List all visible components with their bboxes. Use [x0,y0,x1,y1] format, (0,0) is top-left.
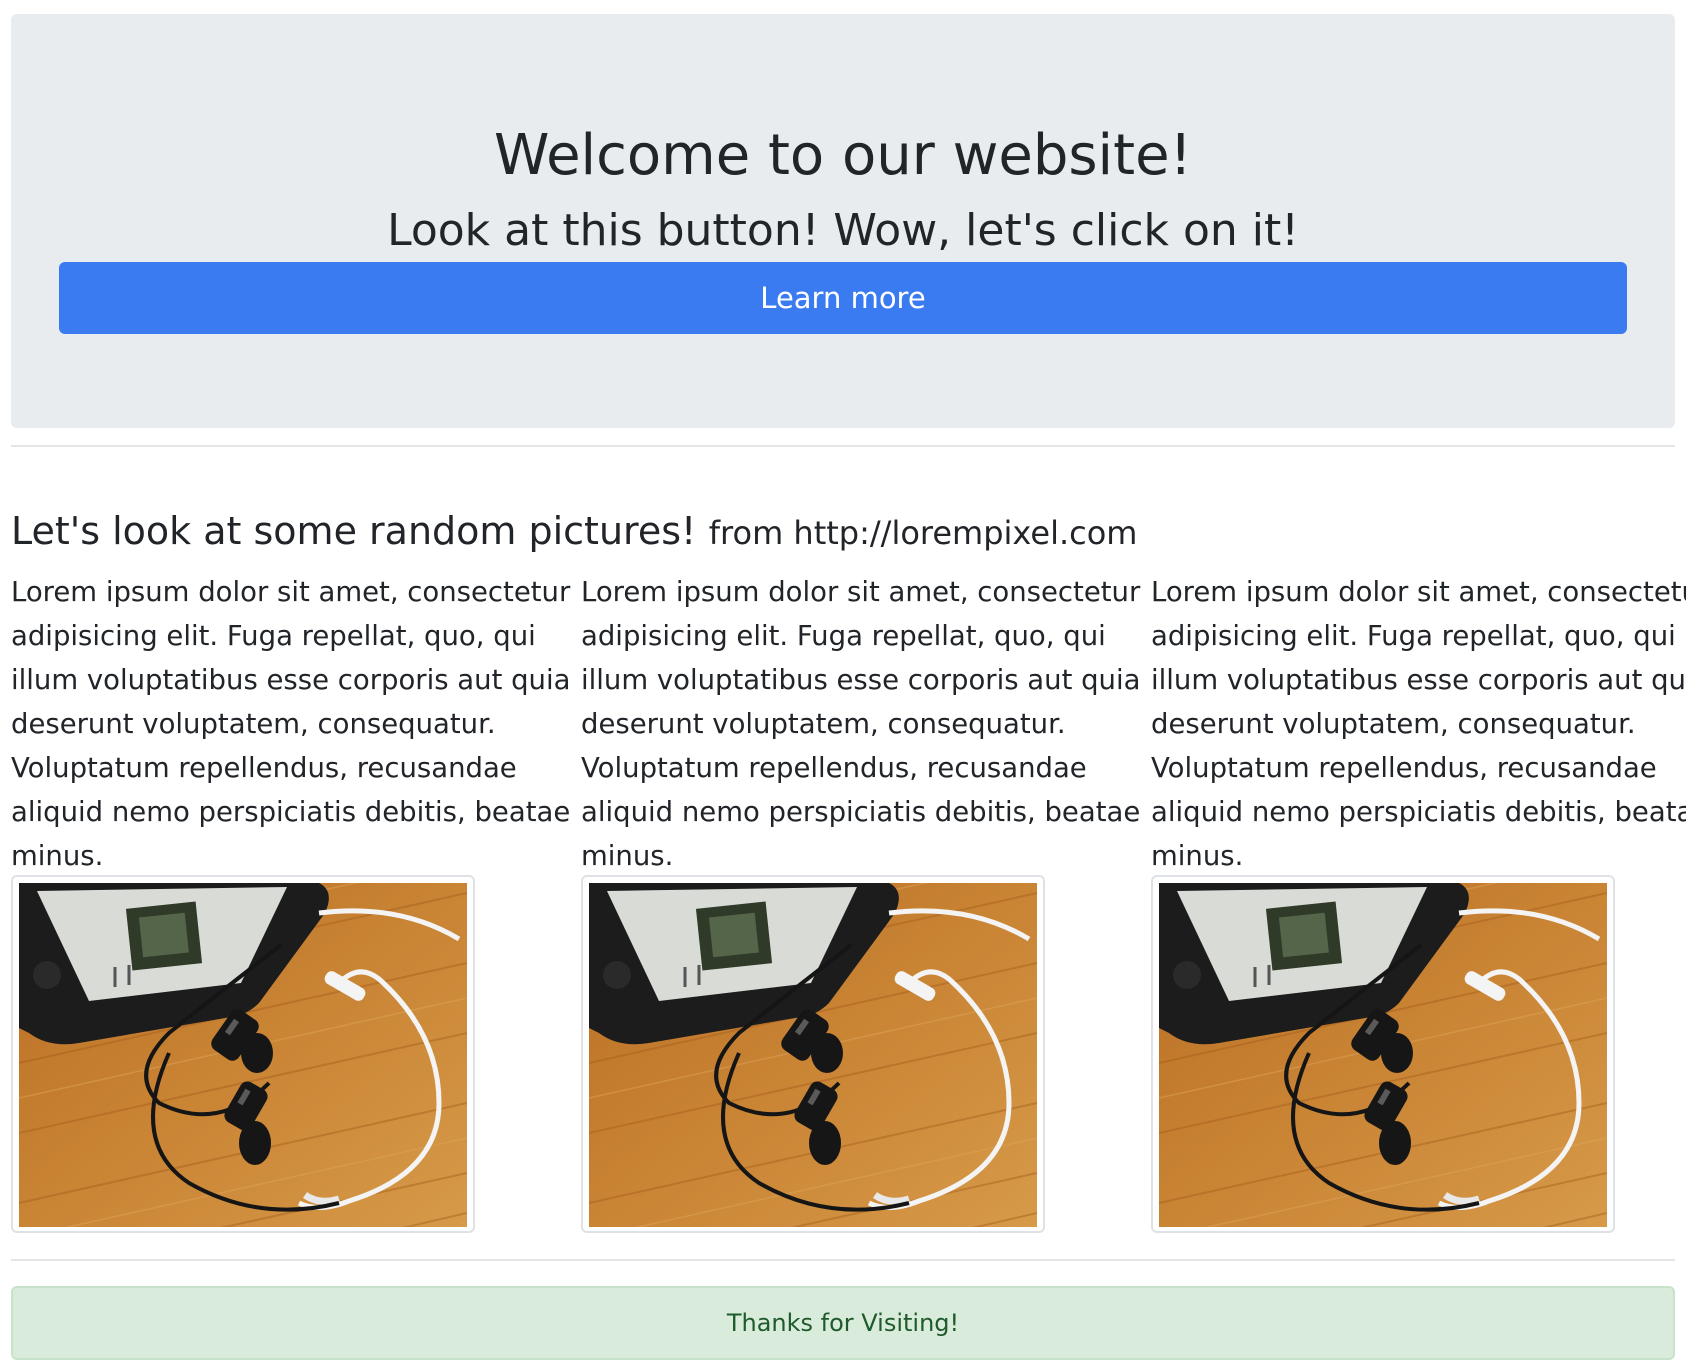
phone-earphones-photo [589,883,1037,1227]
thanks-alert: Thanks for Visiting! [11,1286,1675,1360]
gallery-column-2: Lorem ipsum dolor sit amet, consectetur … [581,570,1141,1233]
column-text: Lorem ipsum dolor sit amet, consectetur … [581,576,1141,872]
page-title: Welcome to our website! [494,123,1192,188]
gallery-column-3: Lorem ipsum dolor sit amet, consectetur … [1151,570,1686,1233]
jumbotron: Welcome to our website! Look at this but… [11,14,1675,428]
page: Welcome to our website! Look at this but… [0,0,1686,1372]
phone-earphones-photo [1159,883,1607,1227]
phone-earphones-photo [19,883,467,1227]
image-thumbnail [1151,875,1615,1233]
divider [11,1259,1675,1261]
image-thumbnail [581,875,1045,1233]
image-thumbnail [11,875,475,1233]
page-subtitle: Look at this button! Wow, let's click on… [387,205,1299,256]
column-text: Lorem ipsum dolor sit amet, consectetur … [1151,576,1686,872]
column-text: Lorem ipsum dolor sit amet, consectetur … [11,576,571,872]
gallery-heading-source: from http://lorempixel.com [708,514,1138,552]
divider [11,445,1675,447]
learn-more-button[interactable]: Learn more [59,262,1627,334]
gallery-heading: Let's look at some random pictures! from… [11,504,1137,566]
gallery-column-1: Lorem ipsum dolor sit amet, consectetur … [11,570,571,1233]
gallery-heading-main: Let's look at some random pictures! [11,509,697,553]
